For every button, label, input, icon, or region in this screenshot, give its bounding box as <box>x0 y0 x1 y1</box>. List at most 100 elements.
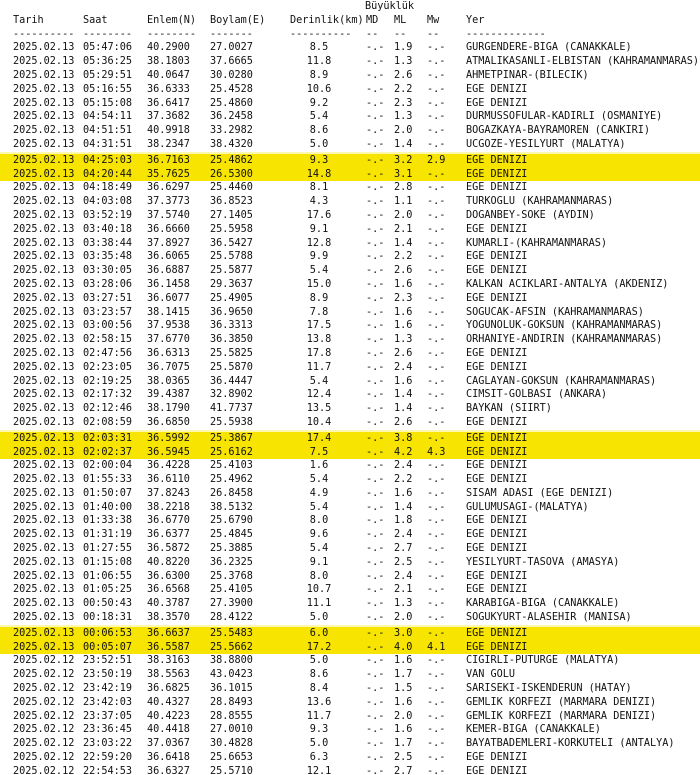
event-time: 02:19:25 <box>83 375 133 387</box>
event-md: -.- <box>366 196 385 208</box>
event-latitude: 40.3787 <box>147 598 190 610</box>
event-md: -.- <box>366 683 385 695</box>
event-time: 00:50:43 <box>83 598 133 610</box>
event-time: 05:16:55 <box>83 83 133 95</box>
event-latitude: 36.6065 <box>147 251 190 263</box>
event-location: BAYATBADEMLERI-KORKUTELI (ANTALYA) <box>466 738 675 750</box>
event-time: 02:03:31 <box>83 432 133 444</box>
event-ml: 1.6 <box>394 487 413 499</box>
event-latitude: 36.6297 <box>147 182 190 194</box>
event-latitude: 38.3570 <box>147 612 190 624</box>
event-latitude: 36.6568 <box>147 584 190 596</box>
event-mw: -.- <box>427 375 446 387</box>
event-mw: -.- <box>427 403 446 415</box>
event-depth: 10.7 <box>306 584 332 596</box>
table-row: 2025.02.12 23:42:19 36.6825 36.1015 8.4 -.- 1.… <box>0 682 700 696</box>
event-ml: 2.4 <box>394 570 413 582</box>
event-latitude: 36.7163 <box>147 154 190 166</box>
event-location: ORHANIYE-ANDIRIN (KAHRAMANMARAS) <box>466 334 663 346</box>
event-location: GULUMUSAGI-(MALATYA) <box>466 501 589 513</box>
event-ml: 1.6 <box>394 724 413 736</box>
header-mw: Mw <box>427 14 440 26</box>
event-ml: 1.5 <box>394 683 413 695</box>
event-ml: 2.1 <box>394 584 413 596</box>
event-mw: -.- <box>427 42 446 54</box>
table-row: 2025.02.12 23:03:22 37.0367 30.4828 5.0 -.- 1.… <box>0 737 700 751</box>
event-ml: 1.6 <box>394 278 413 290</box>
event-latitude: 40.2900 <box>147 42 190 54</box>
event-time: 02:08:59 <box>83 416 133 428</box>
table-row: 2025.02.13 03:30:05 36.6887 25.5877 5.4 -.- 2.… <box>0 264 700 278</box>
event-ml: 1.7 <box>394 738 413 750</box>
table-row: 2025.02.13 03:35:48 36.6065 25.5788 9.9 -.- 2.… <box>0 250 700 264</box>
event-latitude: 36.6300 <box>147 570 190 582</box>
event-ml: 3.0 <box>394 627 413 639</box>
table-row: 2025.02.13 01:50:07 37.8243 26.8458 4.9 -.- 1.… <box>0 487 700 501</box>
event-location: EGE DENIZI <box>466 83 528 95</box>
event-location: CIGIRLI-PUTURGE (MALATYA) <box>466 655 620 667</box>
event-longitude: 25.5710 <box>210 765 253 775</box>
table-row: 2025.02.12 22:54:53 36.6327 25.5710 12.1 -.- 2… <box>0 765 700 775</box>
event-mw: -.- <box>427 182 446 194</box>
event-time: 03:52:19 <box>83 209 133 221</box>
event-ml: 2.6 <box>394 265 413 277</box>
event-latitude: 36.6887 <box>147 265 190 277</box>
event-date: 2025.02.13 <box>13 446 75 458</box>
event-latitude: 36.5992 <box>147 432 190 444</box>
event-date: 2025.02.13 <box>13 196 75 208</box>
event-time: 23:50:19 <box>83 669 133 681</box>
event-depth: 11.1 <box>306 598 332 610</box>
event-time: 02:12:46 <box>83 403 133 415</box>
event-time: 04:25:03 <box>83 154 133 166</box>
event-md: -.- <box>366 334 385 346</box>
event-location: SOGUKYURT-ALASEHIR (MANISA) <box>466 612 632 624</box>
event-depth: 9.9 <box>309 251 329 263</box>
event-depth: 5.4 <box>309 543 329 555</box>
event-latitude: 38.1415 <box>147 306 190 318</box>
event-date: 2025.02.13 <box>13 292 75 304</box>
event-mw: -.- <box>427 125 446 137</box>
magnitude-caption: Büyüklük <box>365 1 415 12</box>
table-row: 2025.02.12 23:36:45 40.4418 27.0010 9.3 -.- 1.… <box>0 723 700 737</box>
event-mw: -.- <box>427 543 446 555</box>
event-mw: -.- <box>427 97 446 109</box>
event-depth: 5.0 <box>309 612 329 624</box>
table-row: 2025.02.13 02:47:56 36.6313 25.5825 17.8 -.- 2… <box>0 347 700 361</box>
event-date: 2025.02.13 <box>13 556 75 568</box>
event-latitude: 38.0365 <box>147 375 190 387</box>
event-ml: 1.4 <box>394 403 413 415</box>
event-date: 2025.02.13 <box>13 223 75 235</box>
event-longitude: 27.0027 <box>210 42 253 54</box>
event-longitude: 38.4320 <box>210 138 253 150</box>
event-depth: 8.5 <box>309 42 329 54</box>
event-mw: -.- <box>427 683 446 695</box>
event-location: KALKAN ACIKLARI-ANTALYA (AKDENIZ) <box>466 278 669 290</box>
event-latitude: 36.6327 <box>147 765 190 775</box>
event-time: 23:52:51 <box>83 655 133 667</box>
event-depth: 12.1 <box>306 765 332 775</box>
event-ml: 1.1 <box>394 196 413 208</box>
event-location: UCGOZE-YESILYURT (MALATYA) <box>466 138 626 150</box>
event-longitude: 32.8902 <box>210 389 253 401</box>
table-row: 2025.02.13 03:00:56 37.9538 36.3313 17.5 -.- 1… <box>0 319 700 333</box>
event-ml: 1.3 <box>394 111 413 123</box>
event-md: -.- <box>366 460 385 472</box>
event-ml: 1.4 <box>394 389 413 401</box>
event-ml: 1.3 <box>394 56 413 68</box>
event-date: 2025.02.13 <box>13 334 75 346</box>
event-md: -.- <box>366 251 385 263</box>
event-longitude: 28.8555 <box>210 710 253 722</box>
event-depth: 8.4 <box>309 683 329 695</box>
table-row: 2025.02.13 05:36:25 38.1803 37.6665 11.8 -.- 1… <box>0 55 700 69</box>
event-depth: 4.3 <box>309 196 329 208</box>
event-depth: 9.2 <box>309 97 329 109</box>
event-depth: 8.1 <box>309 182 329 194</box>
event-location: GEMLIK KORFEZI (MARMARA DENIZI) <box>466 696 657 708</box>
event-md: -.- <box>366 138 385 150</box>
event-time: 05:29:51 <box>83 69 133 81</box>
event-location: KEMER-BIGA (CANAKKALE) <box>466 724 601 736</box>
event-ml: 2.0 <box>394 209 413 221</box>
header-latitude: Enlem(N) <box>147 14 197 26</box>
event-date: 2025.02.13 <box>13 125 75 137</box>
event-longitude: 36.2325 <box>210 556 253 568</box>
